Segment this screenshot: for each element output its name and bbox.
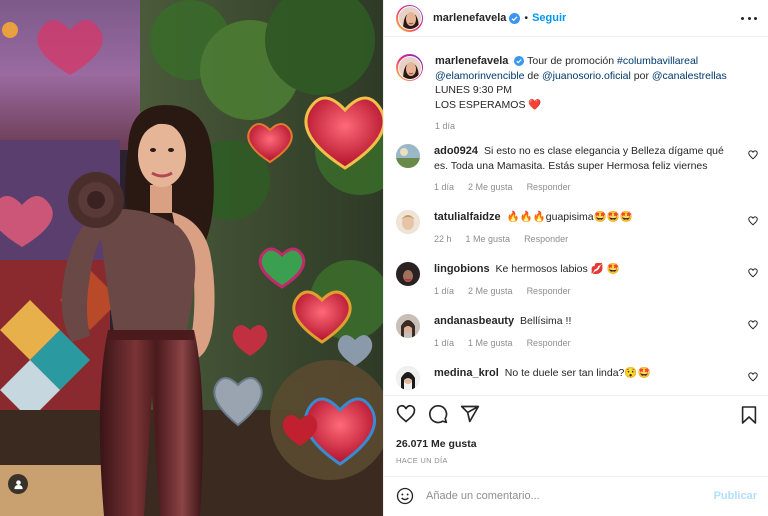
comment-row: andanasbeauty Bellísima !! 1 día 1 Me gu… [396,314,758,350]
comment-username[interactable]: medina_krol [434,367,499,379]
comment-text: Ke hermosos labios 💋 🤩 [495,263,620,275]
action-icons [396,404,480,424]
comment-avatar[interactable] [396,144,420,168]
caption-body: marlenefavela Tour de promoción #columba… [435,54,758,134]
like-comment-icon[interactable] [748,268,758,278]
author-avatar-ring[interactable] [396,4,423,32]
post-photo[interactable] [0,0,383,516]
share-icon[interactable] [460,404,480,424]
caption-hashtag[interactable]: #columbavillareal [617,55,698,67]
comment-text: 🔥🔥🔥guapisima🤩🤩🤩 [506,211,633,223]
comment-time[interactable]: 1 día [434,180,454,195]
photo-illustration [0,0,383,516]
reply-button[interactable]: Responder [527,284,571,299]
comment-row: tatulialfaidze 🔥🔥🔥guapisima🤩🤩🤩 22 h 1 Me… [396,210,758,246]
comments-list[interactable]: marlenefavela Tour de promoción #columba… [384,44,768,394]
comment-time[interactable]: 1 día [434,284,454,299]
bookmark-icon[interactable] [741,406,757,424]
comment-time[interactable]: 1 día [434,336,454,351]
comment-username[interactable]: tatulialfaidze [434,211,501,223]
comment-likes[interactable]: 1 Me gusta [466,232,511,247]
verified-badge-icon [514,56,525,66]
comment-meta: 22 h 1 Me gusta Responder [434,232,758,247]
comment-row: lingobions Ke hermosos labios 💋 🤩 1 día … [396,262,758,298]
caption-text-3: por [630,69,652,82]
post-side-panel: marlenefavela • Seguir marlenefavela Tou… [383,0,768,516]
caption-text-2: de [524,69,542,82]
comment-body: andanasbeauty Bellísima !! 1 día 1 Me gu… [434,314,758,350]
instagram-post: marlenefavela • Seguir marlenefavela Tou… [0,0,768,516]
reply-button[interactable]: Responder [527,180,571,195]
comment-meta: 1 día 1 Me gusta Responder [434,336,758,351]
caption-meta: 1 día [435,119,758,134]
comment-body: tatulialfaidze 🔥🔥🔥guapisima🤩🤩🤩 22 h 1 Me… [434,210,758,246]
comment-meta: 1 día 2 Me gusta Responder [434,180,738,195]
caption-avatar-ring[interactable] [396,54,423,81]
caption-mention-1[interactable]: @elamorinvencible [435,70,524,82]
author-avatar[interactable] [397,6,422,30]
like-comment-icon[interactable] [748,320,758,330]
caption-text-1: Tour de promoción [527,55,618,67]
like-count[interactable]: 26.071 Me gusta [396,438,477,450]
comment-likes[interactable]: 2 Me gusta [468,284,513,299]
caption-username[interactable]: marlenefavela [435,55,508,67]
comment-body: medina_krol No te duele ser tan linda?😯🤩 [434,366,758,390]
caption-avatar[interactable] [397,55,422,80]
comment-avatar[interactable] [396,314,420,338]
comment-body: ado0924 Si esto no es clase elegancia y … [434,144,758,195]
comment-avatar[interactable] [396,366,420,390]
caption-line-2: LOS ESPERAMOS ❤️ [435,98,542,111]
comment-icon[interactable] [428,404,448,424]
comment-likes[interactable]: 2 Me gusta [468,180,513,195]
caption-text-4: LUNES 9:30 PM [435,84,513,96]
comment-username[interactable]: andanasbeauty [434,315,514,327]
post-timestamp[interactable]: HACE UN DÍA [396,456,448,465]
publish-button[interactable]: Publicar [714,490,757,502]
follow-button[interactable]: Seguir [532,12,566,24]
comment-row: medina_krol No te duele ser tan linda?😯🤩 [396,366,758,390]
comment-avatar[interactable] [396,262,420,286]
like-comment-icon[interactable] [748,216,758,226]
comment-username[interactable]: lingobions [434,263,490,275]
like-comment-icon[interactable] [748,150,758,160]
emoji-icon[interactable] [396,487,414,505]
reply-button[interactable]: Responder [524,232,568,247]
post-actions: 26.071 Me gusta HACE UN DÍA Publicar [384,395,768,513]
caption-mention-3[interactable]: @canalestrellas [652,70,727,82]
comment-avatar[interactable] [396,210,420,234]
comment-meta: 1 día 2 Me gusta Responder [434,284,758,299]
comment-likes[interactable]: 1 Me gusta [468,336,513,351]
comment-row: ado0924 Si esto no es clase elegancia y … [396,144,758,195]
add-comment-bar: Publicar [384,476,768,514]
comment-text: Bellísima !! [520,315,572,327]
tagged-users-button[interactable] [8,474,28,494]
comment-username[interactable]: ado0924 [434,145,478,157]
like-heart-icon[interactable] [396,404,416,424]
header-separator: • [524,12,529,24]
caption-mention-2[interactable]: @juanosorio.oficial [542,70,631,82]
author-username[interactable]: marlenefavela [433,12,506,24]
caption: marlenefavela Tour de promoción #columba… [396,54,758,134]
comment-body: lingobions Ke hermosos labios 💋 🤩 1 día … [434,262,758,298]
verified-badge-icon [509,12,521,24]
caption-time[interactable]: 1 día [435,119,455,134]
comment-text: No te duele ser tan linda?😯🤩 [504,367,651,379]
reply-button[interactable]: Responder [527,336,571,351]
user-icon [13,479,23,489]
more-options-icon[interactable] [741,11,757,25]
post-header: marlenefavela • Seguir [384,0,768,37]
comment-input[interactable] [426,489,706,502]
like-comment-icon[interactable] [748,372,758,382]
comment-time[interactable]: 22 h [434,232,452,247]
